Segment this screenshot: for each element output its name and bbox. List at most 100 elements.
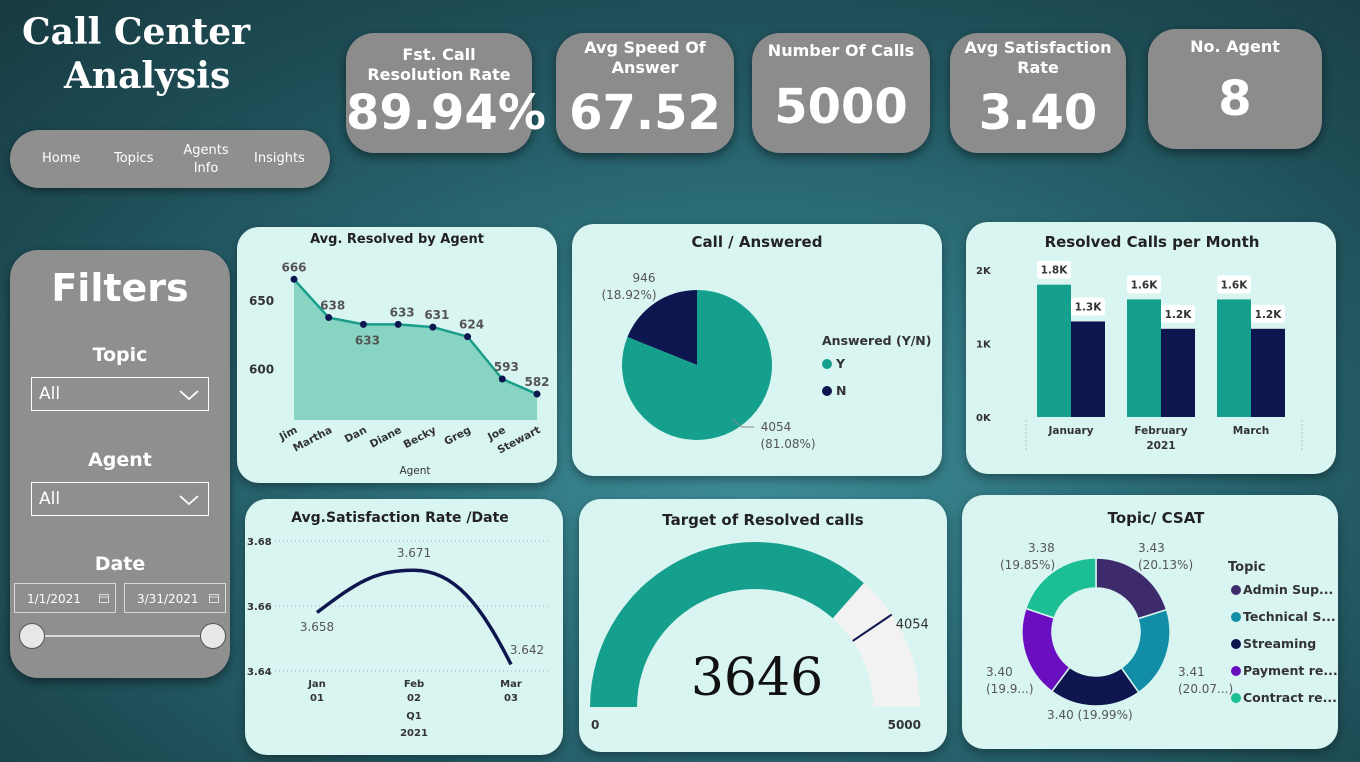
legend-item: Y	[835, 356, 846, 371]
gauge-target-label: 4054	[896, 618, 929, 633]
kpi-value: 3.40	[978, 85, 1098, 141]
legend-item: Streaming	[1243, 636, 1316, 651]
slice-label-value: 3.38	[1028, 541, 1055, 555]
topic-csat-card: Topic/ CSAT 3.43 (20.13%) 3.41 (20.07...) 3.4…	[962, 495, 1338, 749]
date-slider-start-handle[interactable]	[19, 623, 45, 649]
topic-dropdown[interactable]: All	[31, 377, 209, 411]
slice-label-pct: (20.13%)	[1138, 558, 1193, 572]
legend-marker	[822, 359, 832, 369]
data-label: 1.8K	[1041, 265, 1069, 277]
gauge-value-label: 3646	[691, 648, 823, 708]
title-line-2: Analysis	[64, 55, 231, 97]
x-tick-label: Dan	[343, 424, 369, 446]
data-label: 3.642	[510, 643, 544, 657]
date-slider-track[interactable]	[32, 635, 212, 637]
x-group-label: 2021	[1146, 440, 1175, 452]
kpi-value: 8	[1218, 71, 1252, 127]
legend-item: Technical S...	[1243, 609, 1336, 624]
chart-title: Avg. Resolved by Agent	[310, 232, 484, 247]
data-point	[359, 320, 367, 328]
y-tick-label: 3.66	[247, 602, 272, 613]
kpi-label: Avg Speed Of Answer	[584, 38, 706, 77]
data-label: 624	[459, 318, 484, 332]
data-label: 633	[390, 305, 415, 319]
end-date-value: 3/31/2021	[137, 592, 199, 606]
satisfaction-date-card: Avg.Satisfaction Rate /Date 3.64 3.66 3.68 3…	[245, 499, 563, 755]
data-label: 3.658	[300, 620, 334, 634]
nav-topics-button[interactable]: Topics	[114, 150, 153, 168]
slice-label-pct: (18.92%)	[601, 288, 656, 302]
topic-dropdown-value: All	[39, 384, 61, 404]
slice-label-value: 4054	[761, 420, 792, 434]
agent-dropdown[interactable]: All	[31, 482, 209, 516]
y-tick-label: 3.64	[247, 667, 272, 678]
dashboard-title: Call Center Analysis	[22, 10, 250, 98]
x-tick-sublabel: 03	[504, 693, 518, 704]
y-tick-label: 1K	[976, 340, 992, 351]
x-tick-label: Greg	[442, 424, 473, 448]
bar	[1071, 321, 1105, 417]
agent-dropdown-value: All	[39, 489, 61, 509]
nav-agents-line1: Agents	[183, 143, 229, 158]
date-filter-label: Date	[94, 553, 146, 575]
chevron-down-icon	[179, 495, 199, 506]
date-slider-end-handle[interactable]	[200, 623, 226, 649]
data-point	[394, 320, 402, 328]
data-point	[290, 275, 298, 283]
data-point	[429, 323, 437, 331]
y-tick-label: 2K	[976, 266, 992, 277]
slice-label-value: 3.40	[986, 665, 1013, 679]
y-tick-label: 600	[249, 362, 274, 376]
x-tick-label: Becky	[402, 424, 439, 451]
legend-item: Contract re...	[1243, 690, 1337, 705]
legend-title: Answered (Y/N)	[822, 333, 932, 348]
data-point	[464, 333, 472, 341]
start-date-input[interactable]: 1/1/2021	[14, 583, 116, 613]
gauge-min-label: 0	[591, 718, 599, 732]
data-label: 1.2K	[1255, 309, 1283, 321]
data-label: 1.6K	[1221, 279, 1249, 291]
x-tick-label: Martha	[291, 424, 334, 454]
x-tick-label: Mar	[500, 679, 522, 690]
slice-label-pct: (81.08%)	[760, 437, 815, 451]
legend-title: Topic	[1228, 560, 1266, 575]
legend-marker	[1231, 612, 1241, 622]
data-label: 593	[494, 360, 519, 374]
title-line-1: Call Center	[22, 11, 251, 53]
data-label: 582	[524, 375, 549, 389]
data-point	[533, 390, 541, 398]
end-date-input[interactable]: 3/31/2021	[124, 583, 226, 613]
x-quarter-label: Q1	[406, 711, 422, 722]
chart-title: Target of Resolved calls	[662, 511, 863, 529]
nav-insights-button[interactable]: Insights	[254, 150, 305, 168]
legend-marker	[1231, 666, 1241, 676]
kpi-number-of-calls: Number Of Calls 5000	[752, 33, 930, 153]
kpi-avg-satisfaction: Avg Satisfaction Rate 3.40	[950, 33, 1126, 153]
slice-label-value: 3.43	[1138, 541, 1165, 555]
bar	[1217, 299, 1251, 417]
kpi-avg-speed-answer: Avg Speed Of Answer 67.52	[556, 33, 734, 153]
target-gauge-chart: Target of Resolved calls 4054 3646 0 5000	[590, 511, 929, 732]
avg-resolved-chart: Avg. Resolved by Agent 600 650 666 638 633 633…	[249, 232, 550, 477]
kpi-label: Fst. Call Resolution Rate	[367, 45, 511, 84]
x-tick-label: Diane	[368, 424, 404, 451]
chart-title: Avg.Satisfaction Rate /Date	[291, 510, 509, 526]
slice-label-pct: (19.9...)	[986, 682, 1034, 696]
filters-title: Filters	[51, 266, 189, 310]
x-tick-label: Jan	[307, 679, 326, 690]
nav-home-button[interactable]: Home	[42, 150, 80, 168]
target-gauge-card: Target of Resolved calls 4054 3646 0 5000	[579, 499, 947, 752]
data-point	[325, 314, 333, 322]
call-answered-card: Call / Answered 946 (18.92%) 4054 (81.08%) An…	[572, 224, 942, 476]
legend-marker	[1231, 585, 1241, 595]
chart-title: Call / Answered	[692, 233, 823, 251]
slice-label-pct: (20.07...)	[1178, 682, 1233, 696]
nav-agents-info-button[interactable]: Agents Info	[182, 142, 230, 178]
avg-resolved-card: Avg. Resolved by Agent 600 650 666 638 633 633…	[237, 227, 557, 483]
data-label: 1.2K	[1165, 309, 1193, 321]
slice-label-value: 3.40 (19.99%)	[1047, 708, 1133, 722]
y-tick-label: 3.68	[247, 537, 272, 548]
data-label: 3.671	[397, 546, 431, 560]
x-tick-label: February	[1134, 425, 1187, 437]
page-navigator: Home Topics Agents Info Insights	[10, 130, 330, 188]
